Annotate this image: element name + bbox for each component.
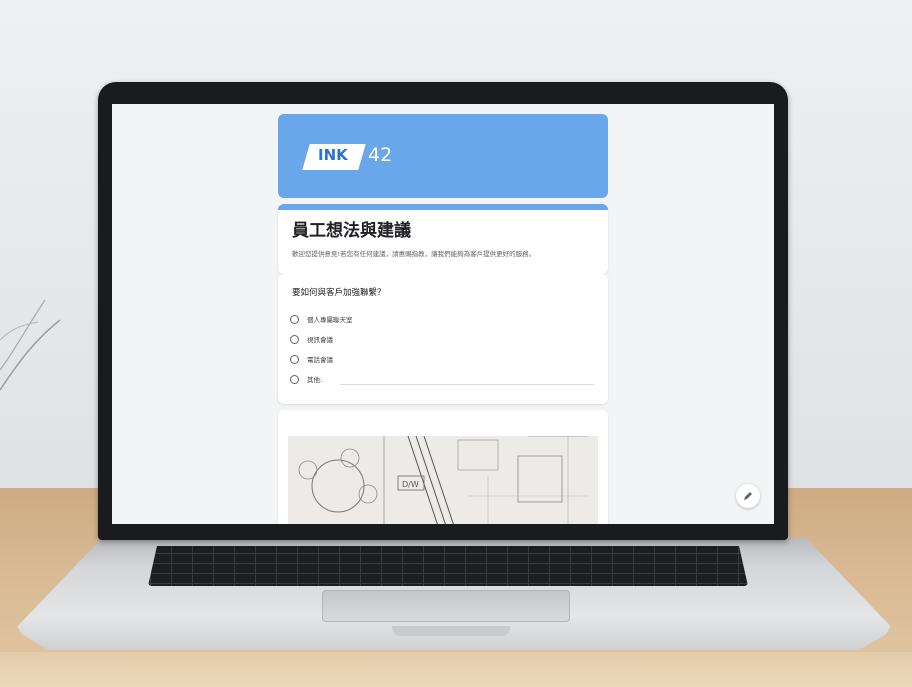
edit-fab-button[interactable]	[736, 484, 760, 508]
option-other[interactable]: 其他:	[290, 372, 322, 386]
radio-button[interactable]	[290, 334, 299, 344]
question-title: 要如何與客戶加強聯繫？	[292, 288, 386, 298]
option-phone-meeting[interactable]: 電話會議	[290, 352, 333, 366]
laptop-keyboard	[148, 546, 748, 586]
option-private-chat[interactable]: 個人專屬聯天室	[290, 312, 353, 326]
question-card: 要如何與客戶加強聯繫？ 個人專屬聯天室 視訊會議 電話會議 其他:	[278, 274, 608, 404]
form-title-card: 員工想法與建議 歡迎您提供意見!若您有任何建議，請惠賜指教，讓我們能夠為客戶提供…	[278, 204, 608, 274]
radio-button[interactable]	[290, 374, 299, 384]
form-title: 員工想法與建議	[292, 221, 411, 241]
pencil-icon	[744, 492, 752, 500]
laptop-notch	[392, 626, 510, 636]
option-label: 電話會議	[307, 356, 333, 364]
image-card: D/W	[278, 410, 608, 524]
radio-button[interactable]	[290, 354, 299, 364]
option-label: 視訊會議	[307, 336, 333, 344]
option-label: 個人專屬聯天室	[307, 316, 353, 324]
logo-text: INK	[318, 146, 348, 164]
radio-button[interactable]	[290, 314, 299, 324]
logo-number: 42	[368, 144, 393, 166]
form-description: 歡迎您提供意見!若您有任何建議，請惠賜指教，讓我們能夠為客戶提供更好的服務。	[292, 250, 536, 258]
plant-leaves	[0, 299, 61, 391]
form-header-banner: INK 42	[278, 114, 608, 198]
option-label: 其他:	[307, 376, 323, 384]
svg-text:D/W: D/W	[402, 480, 419, 489]
blueprint-image: D/W	[288, 436, 598, 524]
other-text-input[interactable]	[340, 384, 594, 385]
option-video-meeting[interactable]: 視訊會議	[290, 332, 333, 346]
laptop-screen: INK 42 員工想法與建議 歡迎您提供意見!若您有任何建議，請惠賜指教，讓我們…	[112, 104, 774, 524]
desk-edge	[0, 652, 912, 687]
laptop-touchpad	[322, 590, 570, 622]
